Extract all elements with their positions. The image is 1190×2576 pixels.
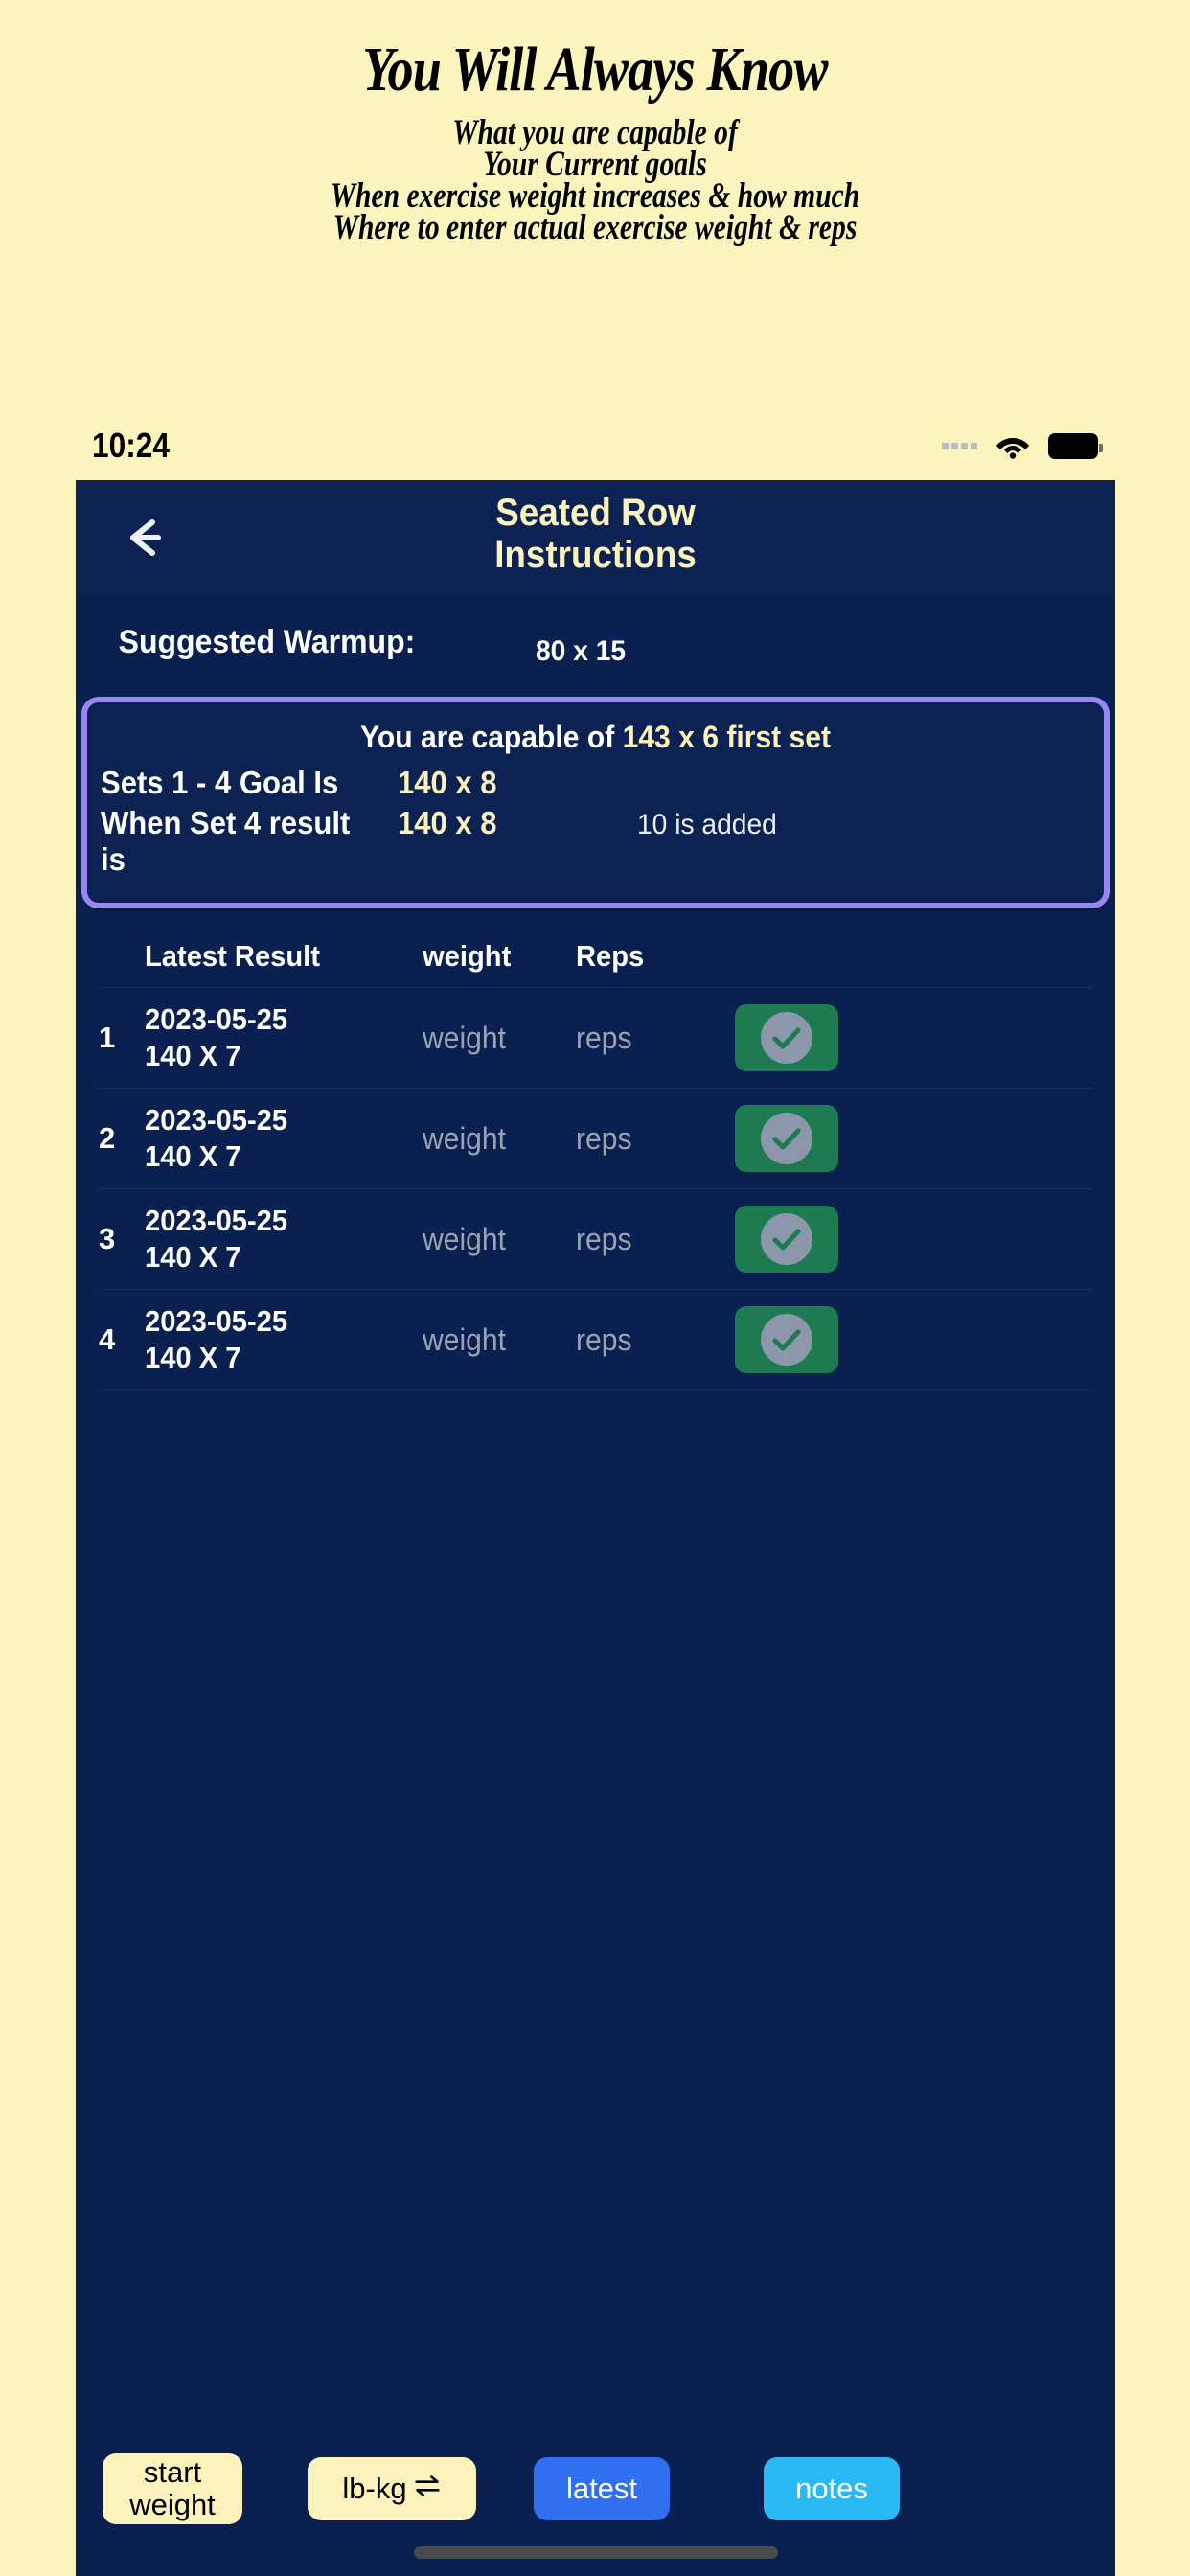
check-circle-icon — [761, 1012, 812, 1064]
confirm-set-button[interactable] — [735, 1105, 838, 1172]
goal-row: When Set 4 result is 140 x 8 10 is added — [87, 801, 1104, 878]
table-row: 3 2023-05-25 140 X 7 weight reps — [99, 1188, 1092, 1289]
app-header: Seated Row Instructions — [76, 480, 1115, 595]
row-latest-result: 2023-05-25 140 X 7 — [145, 1001, 406, 1074]
row-result: 140 X 7 — [145, 1341, 241, 1374]
weight-input[interactable]: weight — [423, 1121, 566, 1157]
banner-title: You Will Always Know — [362, 34, 828, 104]
swap-arrows-icon — [413, 2472, 442, 2505]
row-latest-result: 2023-05-25 140 X 7 — [145, 1303, 406, 1376]
weight-input[interactable]: weight — [423, 1021, 566, 1056]
column-header-reps: Reps — [576, 939, 645, 973]
row-result: 140 X 7 — [145, 1039, 241, 1072]
reps-input[interactable]: reps — [576, 1222, 711, 1257]
column-header-latest-result: Latest Result — [145, 939, 320, 973]
start-weight-button[interactable]: start weight — [103, 2453, 242, 2524]
annotation-banner: You Will Always Know What you are capabl… — [0, 0, 1190, 247]
table-row: 2 2023-05-25 140 X 7 weight reps — [99, 1088, 1092, 1188]
app-window: Seated Row Instructions Suggested Warmup… — [76, 480, 1115, 2576]
table-header-row: Latest Result weight Reps — [99, 933, 1092, 987]
row-date: 2023-05-25 — [145, 1103, 288, 1137]
table-row: 1 2023-05-25 140 X 7 weight reps — [99, 987, 1092, 1088]
goal-row-label: When Set 4 result is — [101, 805, 351, 877]
banner-subtitle-line: Where to enter actual exercise weight & … — [332, 208, 858, 247]
reps-input[interactable]: reps — [576, 1121, 711, 1157]
row-latest-result: 2023-05-25 140 X 7 — [145, 1203, 406, 1276]
confirm-set-button[interactable] — [735, 1206, 838, 1273]
check-circle-icon — [761, 1314, 812, 1366]
goal-row-label: Sets 1 - 4 Goal Is — [101, 765, 339, 800]
row-index: 2 — [99, 1121, 116, 1155]
results-table: Latest Result weight Reps 1 2023-05-25 1… — [76, 933, 1115, 1391]
table-bottom-divider — [99, 1390, 1092, 1391]
weight-input[interactable]: weight — [423, 1222, 566, 1257]
row-date: 2023-05-25 — [145, 1204, 288, 1237]
status-bar-clock: 10:24 — [92, 426, 171, 465]
row-result: 140 X 7 — [145, 1240, 241, 1274]
status-bar-icons — [942, 432, 1103, 459]
wifi-icon — [995, 432, 1031, 459]
weight-input[interactable]: weight — [423, 1322, 566, 1358]
home-indicator — [413, 2546, 778, 2559]
row-index: 3 — [99, 1222, 116, 1255]
reps-input[interactable]: reps — [576, 1322, 711, 1358]
capable-prefix: You are capable of — [360, 720, 623, 754]
column-header-weight: weight — [423, 939, 512, 973]
goal-row-note: 10 is added — [637, 809, 777, 840]
row-date: 2023-05-25 — [145, 1002, 288, 1036]
lb-kg-label: lb-kg — [342, 2472, 407, 2505]
page-title: Seated Row Instructions — [117, 480, 1073, 576]
bottom-toolbar: start weight lb-kg latest notes — [76, 2453, 1115, 2524]
reps-input[interactable]: reps — [576, 1021, 711, 1056]
page-title-line2: Instructions — [494, 534, 697, 576]
row-index: 1 — [99, 1021, 116, 1054]
capable-value: 143 x 6 first set — [622, 720, 831, 754]
capable-statement: You are capable of 143 x 6 first set — [118, 712, 1073, 761]
notes-button[interactable]: notes — [764, 2457, 900, 2520]
goal-row-value: 140 x 8 — [398, 765, 497, 800]
row-result: 140 X 7 — [145, 1139, 241, 1173]
suggested-warmup-value: 80 x 15 — [536, 635, 627, 667]
goal-card: You are capable of 143 x 6 first set Set… — [81, 697, 1110, 908]
signal-dots-icon — [942, 442, 977, 449]
lb-kg-toggle-button[interactable]: lb-kg — [308, 2457, 476, 2520]
suggested-warmup-row: Suggested Warmup: 80 x 15 — [76, 618, 1115, 687]
check-circle-icon — [761, 1113, 812, 1164]
start-weight-line1: start — [143, 2455, 202, 2489]
table-row: 4 2023-05-25 140 X 7 weight reps — [99, 1289, 1092, 1390]
goal-row: Sets 1 - 4 Goal Is 140 x 8 — [87, 761, 1104, 801]
battery-icon — [1048, 432, 1103, 459]
latest-button[interactable]: latest — [534, 2457, 670, 2520]
row-latest-result: 2023-05-25 140 X 7 — [145, 1102, 406, 1175]
check-circle-icon — [761, 1213, 812, 1265]
confirm-set-button[interactable] — [735, 1004, 838, 1071]
status-bar: 10:24 — [0, 416, 1190, 475]
row-date: 2023-05-25 — [145, 1304, 288, 1338]
goal-row-value: 140 x 8 — [398, 805, 497, 840]
start-weight-line2: weight — [129, 2488, 216, 2521]
banner-subtitle-list: What you are capable of Your Current goa… — [0, 115, 1190, 247]
suggested-warmup-label: Suggested Warmup: — [118, 624, 416, 660]
page-title-line1: Seated Row — [495, 492, 696, 534]
confirm-set-button[interactable] — [735, 1306, 838, 1373]
row-index: 4 — [99, 1322, 116, 1356]
